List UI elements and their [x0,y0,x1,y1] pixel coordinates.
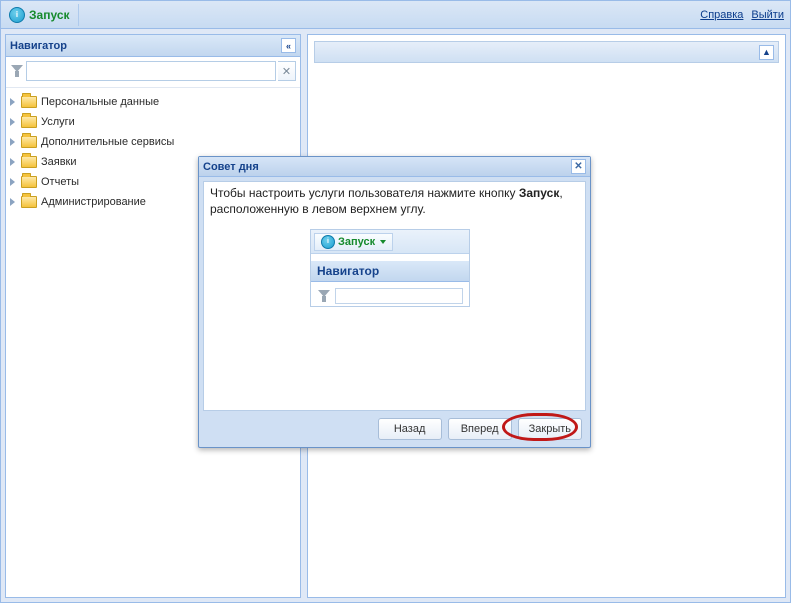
expand-icon [10,98,15,106]
dialog-title: Совет дня [203,161,259,173]
dialog-header[interactable]: Совет дня ✕ [199,157,590,177]
tree-label: Дополнительные сервисы [41,136,174,148]
navigator-header: Навигатор « [6,35,300,57]
forward-button[interactable]: Вперед [448,418,512,440]
tip-dialog: Совет дня ✕ Чтобы настроить услуги польз… [198,156,591,448]
expand-icon [10,198,15,206]
filter-icon [317,290,331,302]
folder-icon [21,156,37,168]
folder-icon [21,136,37,148]
start-button[interactable]: i Запуск [7,4,79,26]
tree-label: Заявки [41,156,77,168]
mini-topbar: i Запуск [311,230,469,254]
folder-icon [21,176,37,188]
back-button[interactable]: Назад [378,418,442,440]
dropdown-icon [380,240,386,244]
folder-icon [21,196,37,208]
app-logo-icon: i [321,235,335,249]
mini-nav-title: Навигатор [317,264,379,278]
content-sub-header: ▲ [314,41,779,63]
topbar: i Запуск Справка Выйти [1,1,790,29]
expand-icon [10,158,15,166]
dialog-body: Чтобы настроить услуги пользователя нажм… [203,181,586,411]
tree-item[interactable]: Услуги [8,112,298,132]
expand-icon [10,118,15,126]
folder-icon [21,96,37,108]
tree-label: Отчеты [41,176,79,188]
dialog-close-button[interactable]: ✕ [571,159,586,174]
tip-text: Чтобы настроить услуги пользователя нажм… [210,186,579,217]
tree-item[interactable]: Персональные данные [8,92,298,112]
mini-start-button: i Запуск [314,233,393,251]
app-logo-icon: i [9,7,25,23]
mini-filter-row [311,286,469,306]
tree-label: Администрирование [41,196,146,208]
tip-bold: Запуск [519,186,560,200]
tree-label: Персональные данные [41,96,159,108]
help-link[interactable]: Справка [700,9,743,21]
folder-icon [21,116,37,128]
close-button[interactable]: Закрыть [518,418,582,440]
dialog-footer: Назад Вперед Закрыть [199,411,590,447]
start-label: Запуск [29,8,70,22]
logout-link[interactable]: Выйти [751,9,784,21]
tree-item[interactable]: Дополнительные сервисы [8,132,298,152]
tip-part-1: Чтобы настроить услуги пользователя нажм… [210,186,519,200]
expand-icon [10,138,15,146]
mini-nav-header: Навигатор [311,260,469,282]
filter-row: ✕ [6,57,300,88]
clear-filter-button[interactable]: ✕ [278,61,296,81]
tree-label: Услуги [41,116,75,128]
topbar-links: Справка Выйти [700,9,784,21]
collapse-left-button[interactable]: « [281,38,296,53]
expand-icon [10,178,15,186]
collapse-up-button[interactable]: ▲ [759,45,774,60]
mini-filter-input [335,288,463,304]
filter-input[interactable] [26,61,276,81]
filter-icon [10,65,24,77]
navigator-title: Навигатор [10,40,67,52]
mini-start-label: Запуск [338,236,375,248]
tip-illustration: i Запуск Навигатор [310,229,470,307]
